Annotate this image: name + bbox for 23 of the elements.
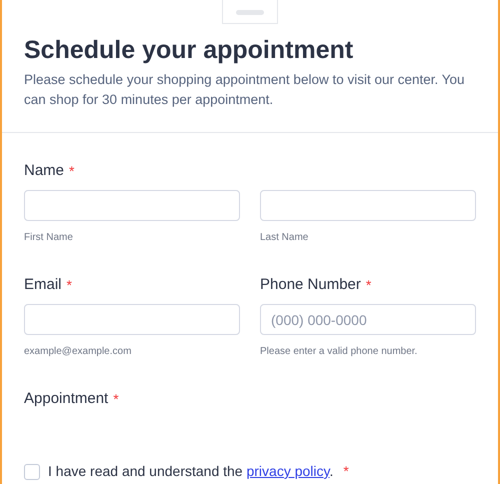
- field-sublabel: First Name: [24, 231, 74, 245]
- required-asterisk: *: [343, 462, 349, 481]
- input-field[interactable]: [260, 190, 476, 221]
- input-field[interactable]: [24, 304, 240, 335]
- checkbox[interactable]: [24, 464, 40, 480]
- required-asterisk: *: [69, 162, 74, 180]
- field-label: Email: [24, 274, 62, 295]
- input-field[interactable]: (000) 000-0000: [260, 304, 476, 335]
- privacy-policy-link[interactable]: privacy policy: [246, 463, 330, 479]
- field-label: Name: [24, 160, 64, 181]
- form-title: Schedule your appointment: [24, 35, 354, 66]
- logo-placeholder-icon: [222, 0, 278, 24]
- required-asterisk: *: [366, 276, 372, 294]
- required-asterisk: *: [113, 390, 119, 408]
- field-label: Phone Number: [260, 274, 361, 295]
- field-label: Appointment: [24, 388, 108, 409]
- form-description: Please schedule your shopping appointment below to visit our center. You can shop for 30 minutes per appointment.: [24, 71, 466, 109]
- required-asterisk: *: [66, 276, 72, 294]
- field-sublabel: example@example.com: [24, 345, 132, 359]
- field-sublabel: Last Name: [260, 231, 310, 245]
- input-field[interactable]: [24, 190, 240, 221]
- consent-text: I have read and understand the privacy policy.: [48, 462, 334, 481]
- field-sublabel: Please enter a valid phone number.: [260, 345, 418, 359]
